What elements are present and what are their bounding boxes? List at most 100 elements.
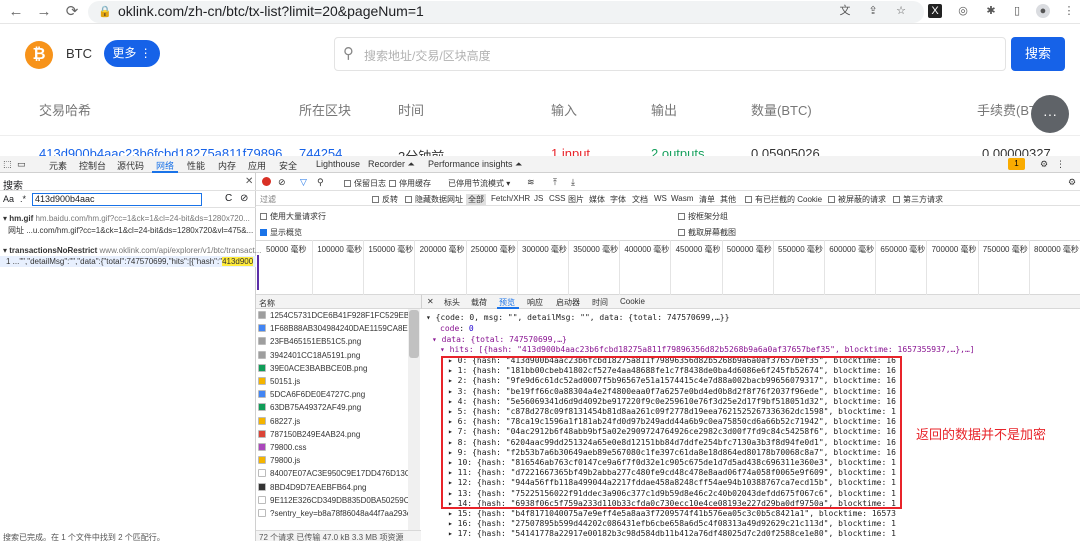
json-hit-row[interactable]: ▸ 16: {hash: "27507895b599d44202c086431e…: [448, 519, 896, 528]
devtools-menu-icon[interactable]: ⋮: [1056, 159, 1065, 170]
reload-icon[interactable]: ⟳: [62, 2, 82, 22]
import-icon[interactable]: ⤒: [553, 177, 557, 188]
search-result-file[interactable]: ▾ hm.gif hm.baidu.com/hm.gif?cc=1&ck=1&c…: [3, 214, 250, 223]
issues-badge[interactable]: 1: [1008, 158, 1025, 170]
request-row[interactable]: 1F68B88AB304984240DAE1159CA8E1D7: [258, 324, 408, 333]
json-data-line[interactable]: ▾ data: {total: 747570699,…}: [432, 335, 567, 344]
regex-toggle[interactable]: .*: [20, 194, 26, 204]
menu-kebab-icon[interactable]: ⋮: [1062, 4, 1076, 18]
more-button[interactable]: 更多 ⋮: [104, 40, 160, 67]
type-filter-img[interactable]: 图片: [568, 194, 584, 205]
settings-gear-icon[interactable]: ⚙: [1040, 159, 1048, 170]
search-result-line[interactable]: 网址 ...u.com/hm.gif?cc=1&ck=1&cl=24-bit&d…: [8, 225, 254, 236]
network-settings-icon[interactable]: ⚙: [1068, 177, 1076, 188]
wifi-icon[interactable]: ≋: [527, 177, 535, 188]
type-filter-xhr[interactable]: Fetch/XHR: [491, 194, 530, 203]
filter-icon[interactable]: ▽: [300, 177, 307, 188]
translate-icon[interactable]: 文: [838, 4, 852, 18]
preserve-log-checkbox[interactable]: 保留日志: [344, 178, 386, 189]
search-result-file[interactable]: ▾ transactionsNoRestrict www.oklink.com/…: [3, 246, 261, 255]
tab-lighthouse[interactable]: Lighthouse: [316, 159, 360, 169]
search-icon[interactable]: ⚲: [317, 177, 324, 188]
request-row[interactable]: ?sentry_key=b8a78f86048a44f7aa293ea: [258, 509, 408, 518]
request-row[interactable]: 79800.css: [258, 443, 408, 452]
sidepanel-icon[interactable]: ▯: [1010, 4, 1024, 18]
filter-input[interactable]: 过滤: [260, 194, 360, 205]
tab-security[interactable]: 安全: [279, 159, 297, 172]
disable-cache-checkbox[interactable]: 停用缓存: [389, 178, 431, 189]
name-column-header[interactable]: 名称: [259, 298, 275, 309]
tab-timing[interactable]: 时间: [592, 297, 608, 308]
match-case-toggle[interactable]: Aa: [3, 194, 14, 204]
request-row[interactable]: 787150B249E4AB24.png: [258, 429, 408, 439]
blocked-cookies-checkbox[interactable]: 有已拦截的 Cookie: [745, 194, 822, 205]
hide-data-urls-checkbox[interactable]: 隐藏数据网址: [405, 194, 463, 205]
tab-performance[interactable]: 性能: [187, 159, 205, 172]
blocked-requests-checkbox[interactable]: 被屏蔽的请求: [828, 194, 886, 205]
request-row[interactable]: 23FB465151EB51C5.png: [258, 337, 408, 346]
type-filter-all[interactable]: 全部: [466, 194, 486, 205]
forward-icon[interactable]: →: [34, 2, 54, 22]
search-result-line[interactable]: 1 ..."","detailMsg":"","data":{"total":7…: [6, 257, 256, 266]
tab-memory[interactable]: 内存: [218, 159, 236, 172]
json-hit-row[interactable]: ▸ 15: {hash: "b4f8171040075a7e9eff4e5a8a…: [448, 509, 896, 518]
request-row[interactable]: 9E112E326CD349DB835D0BA50259CEE: [258, 495, 408, 505]
type-filter-wasm[interactable]: Wasm: [671, 194, 693, 203]
back-icon[interactable]: ←: [6, 2, 26, 22]
puzzle-icon[interactable]: ✱: [984, 4, 998, 18]
refresh-icon[interactable]: C: [225, 193, 232, 204]
type-filter-css[interactable]: CSS: [549, 194, 565, 203]
tab-elements[interactable]: 元素: [49, 159, 67, 172]
request-row[interactable]: 1254C5731DCE6B41F928F1FC529EB505: [258, 311, 408, 320]
extension-x-icon[interactable]: X: [928, 4, 942, 18]
bookmark-star-icon[interactable]: ☆: [894, 4, 908, 18]
request-row[interactable]: 79800.js: [258, 456, 408, 465]
devtools-search-input[interactable]: 413d900b4aac: [32, 193, 202, 206]
type-filter-ws[interactable]: WS: [654, 194, 667, 203]
type-filter-font[interactable]: 字体: [610, 194, 626, 205]
big-rows-checkbox[interactable]: 使用大量请求行: [260, 211, 326, 222]
site-search-button[interactable]: 搜索: [1011, 37, 1065, 71]
tab-cookie[interactable]: Cookie: [620, 297, 645, 306]
tab-recorder[interactable]: Recorder ⏶: [368, 159, 415, 170]
type-filter-other[interactable]: 其他: [720, 194, 736, 205]
record-icon[interactable]: [262, 177, 271, 186]
group-by-frame-checkbox[interactable]: 按框架分组: [678, 211, 728, 222]
request-row[interactable]: 84007E07AC3E950C9E17DD476D13C6A: [258, 469, 408, 478]
tab-payload[interactable]: 载荷: [471, 297, 487, 308]
chat-bubble-icon[interactable]: ···: [1031, 95, 1069, 133]
url-text[interactable]: oklink.com/zh-cn/btc/tx-list?limit=20&pa…: [118, 3, 424, 19]
share-icon[interactable]: ⇪: [866, 4, 880, 18]
export-icon[interactable]: ⤓: [571, 177, 575, 188]
request-row[interactable]: 39E0ACE3BABBCE0B.png: [258, 363, 408, 373]
tab-sources[interactable]: 源代码: [117, 159, 144, 172]
tab-response[interactable]: 响应: [527, 297, 543, 308]
invert-checkbox[interactable]: 反转: [372, 194, 398, 205]
json-hits-line[interactable]: ▾ hits: [{hash: "413d900b4aac23b6fcbd182…: [440, 345, 975, 354]
close-icon[interactable]: ✕: [245, 176, 253, 187]
request-row[interactable]: 5DCA6F6DE0E4727C.png: [258, 390, 408, 399]
json-root-line[interactable]: ▾ {code: 0, msg: "", detailMsg: "", data…: [426, 313, 729, 322]
request-row[interactable]: 50151.js: [258, 377, 408, 386]
json-hit-row[interactable]: ▸ 17: {hash: "54141778a22917e00182b3c98d…: [448, 529, 896, 538]
type-filter-js[interactable]: JS: [534, 194, 543, 203]
type-filter-doc[interactable]: 文档: [632, 194, 648, 205]
third-party-checkbox[interactable]: 第三方请求: [893, 194, 943, 205]
capture-screenshots-checkbox[interactable]: 截取屏幕截图: [678, 227, 736, 238]
request-row[interactable]: 68227.js: [258, 416, 408, 426]
request-row[interactable]: 63DB75A49372AF49.png: [258, 403, 408, 412]
tab-performance-insights[interactable]: Performance insights ⏶: [428, 159, 522, 170]
show-overview-checkbox[interactable]: 显示概览: [260, 227, 302, 238]
type-filter-media[interactable]: 媒体: [589, 194, 605, 205]
close-icon[interactable]: ✕: [427, 297, 434, 306]
request-row[interactable]: 8BD4D9D7EAEBFB64.png: [258, 482, 408, 492]
extension-circle-icon[interactable]: ◎: [956, 4, 970, 18]
clear-icon[interactable]: ⊘: [240, 193, 248, 204]
clear-log-icon[interactable]: ⊘: [278, 177, 286, 188]
tab-console[interactable]: 控制台: [79, 159, 106, 172]
profile-avatar-icon[interactable]: ●: [1036, 4, 1050, 18]
tab-headers[interactable]: 标头: [444, 297, 460, 308]
request-row[interactable]: 3942401CC18A5191.png: [258, 350, 408, 360]
tab-application[interactable]: 应用: [248, 159, 266, 172]
requests-scroll-thumb[interactable]: [409, 310, 419, 358]
